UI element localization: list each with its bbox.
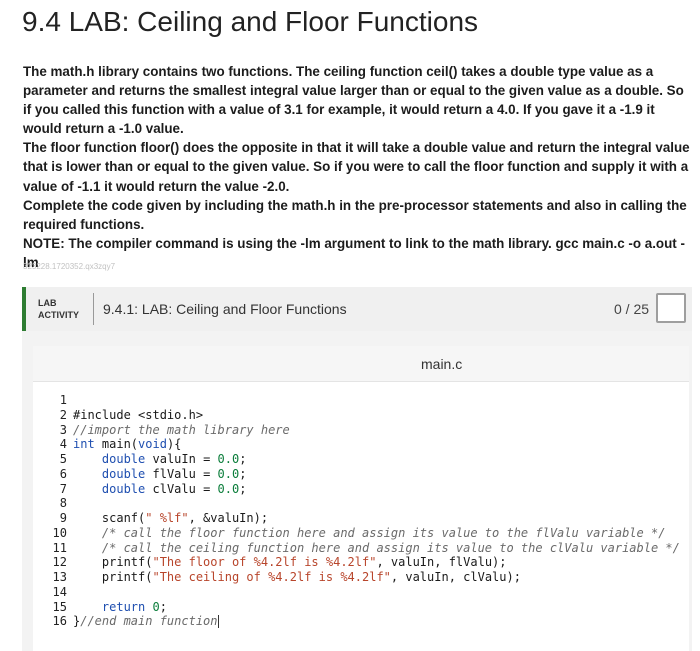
code-line[interactable]: 4 int main(void){ [33, 437, 680, 452]
code-line[interactable]: 15 return 0; [33, 600, 680, 615]
line-number: 1 [59, 393, 67, 407]
header-divider [93, 293, 94, 325]
page-title: 9.4 LAB: Ceiling and Floor Functions [22, 6, 479, 37]
description-paragraph-3: Complete the code given by including the… [23, 197, 687, 232]
code-area[interactable]: 1 2 #include <stdio.h> 3//import the math l… [33, 393, 680, 629]
lab-tag-line2: ACTIVITY [38, 310, 80, 320]
code-line[interactable]: 1 [33, 393, 680, 408]
code-text[interactable]: return 0; [67, 600, 167, 615]
code-line[interactable]: 6 double flValu = 0.0; [33, 467, 680, 482]
line-number: 5 [59, 452, 67, 466]
code-text[interactable] [67, 393, 73, 408]
code-line[interactable]: 2 #include <stdio.h> [33, 408, 680, 423]
description-paragraph-4: NOTE: The compiler command is using the … [23, 235, 685, 270]
file-tab-main-c[interactable]: main.c [421, 356, 462, 372]
line-number: 2 [59, 407, 67, 422]
line-number: 10 [52, 525, 67, 540]
code-line[interactable]: 13 printf("The ceiling of %4.2lf is %4.2… [33, 570, 680, 585]
lab-activity-tag: LAB ACTIVITY [38, 297, 79, 321]
line-number: 4 [59, 437, 67, 452]
code-text[interactable]: int main(void){ [67, 437, 181, 452]
code-line[interactable]: 11 /* call the ceiling function here and… [33, 541, 680, 556]
code-text[interactable]: double valuIn = 0.0; [67, 452, 247, 467]
line-number: 11 [52, 540, 67, 555]
lab-activity-header: LAB ACTIVITY 9.4.1: LAB: Ceiling and Flo… [22, 287, 692, 331]
code-line[interactable]: 14 [33, 585, 680, 600]
activity-id: 323228.1720352.qx3zqy7 [23, 262, 116, 271]
code-text[interactable]: double clValu = 0.0; [67, 482, 247, 497]
code-text[interactable]: printf("The ceiling of %4.2lf is %4.2lf"… [67, 570, 521, 585]
line-number: 6 [59, 466, 67, 481]
completion-checkbox-icon [656, 293, 686, 323]
description-paragraph-2: The floor function floor() does the oppo… [23, 140, 690, 194]
code-text[interactable]: scanf(" %lf", &valuIn); [67, 511, 268, 526]
code-line[interactable]: 10 /* call the floor function here and a… [33, 526, 680, 541]
code-line[interactable]: 9 scanf(" %lf", &valuIn); [33, 511, 680, 526]
lab-activity-title: 9.4.1: LAB: Ceiling and Floor Functions [103, 301, 347, 317]
code-line[interactable]: 12 printf("The floor of %4.2lf is %4.2lf… [33, 555, 680, 570]
code-text[interactable]: double flValu = 0.0; [67, 467, 247, 482]
line-number: 12 [52, 555, 67, 570]
code-line[interactable]: 3//import the math library here [33, 423, 680, 438]
line-number: 9 [59, 511, 67, 525]
text-cursor [217, 615, 219, 629]
code-text[interactable] [67, 496, 73, 511]
code-editor[interactable]: main.c 1 2 #include <stdio.h> 3//import the… [33, 346, 689, 651]
code-line[interactable]: 16}//end main function [33, 614, 680, 629]
line-number: 7 [59, 481, 67, 496]
code-line[interactable]: 8 [33, 496, 680, 511]
line-number: 13 [52, 570, 67, 584]
lab-score: 0 / 25 [614, 301, 650, 317]
line-number: 3 [59, 422, 67, 437]
code-text[interactable]: }//end main function [67, 614, 219, 629]
line-number: 14 [52, 584, 67, 599]
code-text[interactable]: printf("The floor of %4.2lf is %4.2lf", … [67, 555, 507, 570]
description-paragraph-1: The math.h library contains two function… [23, 64, 684, 137]
code-line[interactable]: 5 double valuIn = 0.0; [33, 452, 680, 467]
line-number: 16 [52, 614, 67, 629]
line-number: 15 [52, 599, 67, 614]
code-text[interactable]: /* call the floor function here and assi… [67, 526, 666, 541]
code-text[interactable]: //import the math library here [67, 423, 290, 438]
lab-tag-line1: LAB [38, 298, 57, 308]
lab-description: The math.h library contains two function… [23, 62, 695, 272]
line-number: 8 [59, 496, 67, 511]
code-text[interactable]: #include <stdio.h> [67, 408, 203, 423]
code-text[interactable] [67, 585, 73, 600]
code-text[interactable]: /* call the ceiling function here and as… [67, 541, 680, 556]
code-line[interactable]: 7 double clValu = 0.0; [33, 482, 680, 497]
editor-tab-bar: main.c [33, 346, 689, 382]
